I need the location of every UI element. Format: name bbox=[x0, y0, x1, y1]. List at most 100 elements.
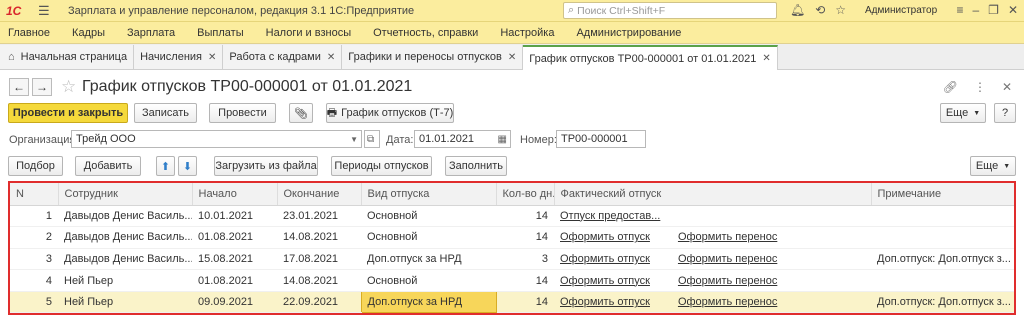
days-cell[interactable]: 14 bbox=[496, 269, 554, 292]
menu-item-payments[interactable]: Выплаты bbox=[197, 27, 243, 39]
vacation-type-cell[interactable]: Доп.отпуск за НРД bbox=[361, 248, 496, 271]
column-header-end[interactable]: Окончание bbox=[277, 183, 362, 206]
column-header-employee[interactable]: Сотрудник bbox=[58, 183, 193, 206]
start-date-cell[interactable]: 09.09.2021 bbox=[192, 291, 277, 313]
end-date-cell[interactable]: 14.08.2021 bbox=[277, 269, 361, 292]
notifications-icon[interactable]: 🔔︎ bbox=[790, 3, 805, 17]
vacation-type-cell[interactable]: Основной bbox=[361, 226, 496, 249]
register-transfer-link[interactable]: Оформить перенос bbox=[678, 275, 777, 287]
register-transfer-link[interactable]: Оформить перенос bbox=[678, 253, 777, 265]
vacation-type-cell-active[interactable]: Доп.отпуск за НРД bbox=[360, 290, 497, 313]
register-vacation-link[interactable]: Оформить отпуск bbox=[560, 296, 650, 308]
start-date-cell[interactable]: 01.08.2021 bbox=[192, 269, 277, 292]
back-button[interactable]: ← bbox=[9, 78, 29, 96]
tab-accruals[interactable]: Начисления ✕ bbox=[134, 45, 224, 69]
date-field[interactable]: 01.01.2021 ▦ bbox=[414, 130, 511, 148]
move-up-button[interactable]: ⬆ bbox=[156, 156, 175, 176]
close-icon[interactable]: ✕ bbox=[1002, 80, 1012, 94]
close-icon[interactable]: ✕ bbox=[508, 52, 516, 63]
note-cell[interactable]: Доп.отпуск: Доп.отпуск з... bbox=[871, 248, 1014, 271]
search-input[interactable]: ⌕ Поиск Ctrl+Shift+F bbox=[563, 2, 777, 19]
forward-button[interactable]: → bbox=[32, 78, 52, 96]
tab-vacation-schedules[interactable]: Графики и переносы отпусков ✕ bbox=[342, 45, 524, 69]
note-cell[interactable] bbox=[871, 226, 1014, 249]
column-header-actual[interactable]: Фактический отпуск bbox=[554, 183, 872, 206]
post-and-close-button[interactable]: Провести и закрыть bbox=[8, 103, 128, 123]
vacation-type-cell[interactable]: Основной bbox=[361, 205, 496, 228]
table-row[interactable]: 3 Давыдов Денис Василь... 15.08.2021 17.… bbox=[10, 248, 1014, 271]
more-vertical-icon[interactable]: ⋮ bbox=[974, 80, 986, 94]
print-button[interactable]: 🖶 График отпусков (Т-7) bbox=[326, 103, 454, 123]
chevron-down-icon[interactable]: ▼ bbox=[350, 135, 358, 144]
employee-cell[interactable]: Ней Пьер bbox=[58, 291, 192, 313]
close-icon[interactable]: ✕ bbox=[208, 52, 216, 63]
table-more-button[interactable]: Еще ▼ bbox=[970, 156, 1016, 176]
register-transfer-link[interactable]: Оформить перенос bbox=[678, 231, 777, 243]
table-row-selected[interactable]: 5 Ней Пьер 09.09.2021 22.09.2021 Доп.отп… bbox=[10, 290, 1014, 313]
end-date-cell[interactable]: 17.08.2021 bbox=[277, 248, 361, 271]
note-cell[interactable]: Доп.отпуск: Доп.отпуск з... bbox=[871, 291, 1014, 313]
employee-cell[interactable]: Давыдов Денис Василь... bbox=[58, 248, 192, 271]
table-row[interactable]: 2 Давыдов Денис Василь... 01.08.2021 14.… bbox=[10, 226, 1014, 249]
favorites-icon[interactable]: ☆ bbox=[835, 3, 846, 17]
register-vacation-link[interactable]: Оформить отпуск bbox=[560, 275, 650, 287]
note-cell[interactable] bbox=[871, 205, 1014, 228]
organization-field[interactable]: Трейд ООО ▼ bbox=[71, 130, 362, 148]
start-date-cell[interactable]: 10.01.2021 bbox=[192, 205, 277, 228]
user-name[interactable]: Администратор bbox=[865, 5, 937, 16]
register-vacation-link[interactable]: Оформить отпуск bbox=[560, 231, 650, 243]
fill-button[interactable]: Заполнить bbox=[445, 156, 507, 176]
number-field[interactable]: ТР00-000001 bbox=[556, 130, 646, 148]
more-button[interactable]: Еще ▼ bbox=[940, 103, 986, 123]
menu-item-reports[interactable]: Отчетность, справки bbox=[373, 27, 478, 39]
column-header-n[interactable]: N bbox=[10, 183, 59, 206]
start-date-cell[interactable]: 15.08.2021 bbox=[192, 248, 277, 271]
settings-icon[interactable]: ≡ bbox=[956, 3, 963, 17]
menu-item-main[interactable]: Главное bbox=[8, 27, 50, 39]
add-button[interactable]: Добавить bbox=[75, 156, 141, 176]
main-menu-icon[interactable]: ☰ bbox=[38, 3, 54, 19]
menu-item-taxes[interactable]: Налоги и взносы bbox=[266, 27, 352, 39]
table-row[interactable]: 4 Ней Пьер 01.08.2021 14.08.2021 Основно… bbox=[10, 269, 1014, 292]
tab-vacation-schedule-doc[interactable]: График отпусков ТР00-000001 от 01.01.202… bbox=[523, 45, 778, 70]
register-vacation-link[interactable]: Оформить отпуск bbox=[560, 253, 650, 265]
end-date-cell[interactable]: 14.08.2021 bbox=[277, 226, 361, 249]
vacation-periods-button[interactable]: Периоды отпусков bbox=[331, 156, 432, 176]
favorite-star-icon[interactable]: ☆ bbox=[61, 77, 76, 97]
menu-item-settings[interactable]: Настройка bbox=[500, 27, 554, 39]
end-date-cell[interactable]: 23.01.2021 bbox=[277, 205, 361, 228]
employee-cell[interactable]: Давыдов Денис Василь... bbox=[58, 205, 192, 228]
note-cell[interactable] bbox=[871, 269, 1014, 292]
days-cell[interactable]: 3 bbox=[496, 248, 554, 271]
employee-cell[interactable]: Ней Пьер bbox=[58, 269, 192, 292]
vacation-granted-link[interactable]: Отпуск предостав... bbox=[560, 210, 660, 222]
menu-item-admin[interactable]: Администрирование bbox=[576, 27, 681, 39]
minimize-icon[interactable]: – bbox=[972, 3, 979, 17]
days-cell[interactable]: 14 bbox=[496, 205, 554, 228]
select-button[interactable]: Подбор bbox=[8, 156, 63, 176]
start-date-cell[interactable]: 01.08.2021 bbox=[192, 226, 277, 249]
tab-hr-work[interactable]: Работа с кадрами ✕ bbox=[223, 45, 343, 69]
column-header-type[interactable]: Вид отпуска bbox=[361, 183, 497, 206]
history-icon[interactable]: ⟲ bbox=[815, 3, 825, 17]
employee-cell[interactable]: Давыдов Денис Василь... bbox=[58, 226, 192, 249]
menu-item-salary[interactable]: Зарплата bbox=[127, 27, 175, 39]
register-transfer-link[interactable]: Оформить перенос bbox=[678, 296, 777, 308]
maximize-icon[interactable]: ❐ bbox=[988, 3, 999, 17]
tab-home[interactable]: ⌂ Начальная страница bbox=[0, 45, 135, 69]
column-header-start[interactable]: Начало bbox=[192, 183, 278, 206]
move-down-button[interactable]: ⬇ bbox=[178, 156, 197, 176]
help-button[interactable]: ? bbox=[994, 103, 1016, 123]
calendar-icon[interactable]: ▦ bbox=[498, 134, 507, 145]
close-icon[interactable]: ✕ bbox=[1008, 3, 1018, 17]
end-date-cell[interactable]: 22.09.2021 bbox=[277, 291, 361, 313]
attach-button[interactable]: 📎︎ bbox=[289, 103, 313, 123]
vacation-type-cell[interactable]: Основной bbox=[361, 269, 496, 292]
column-header-days[interactable]: Кол-во дн. bbox=[496, 183, 555, 206]
close-icon[interactable]: ✕ bbox=[327, 52, 335, 63]
link-icon[interactable]: 🔗︎ bbox=[943, 80, 958, 94]
close-icon[interactable]: ✕ bbox=[762, 53, 770, 64]
column-header-note[interactable]: Примечание bbox=[871, 183, 1014, 206]
open-organization-button[interactable]: ⧉ bbox=[364, 130, 380, 148]
menu-item-hr[interactable]: Кадры bbox=[72, 27, 105, 39]
